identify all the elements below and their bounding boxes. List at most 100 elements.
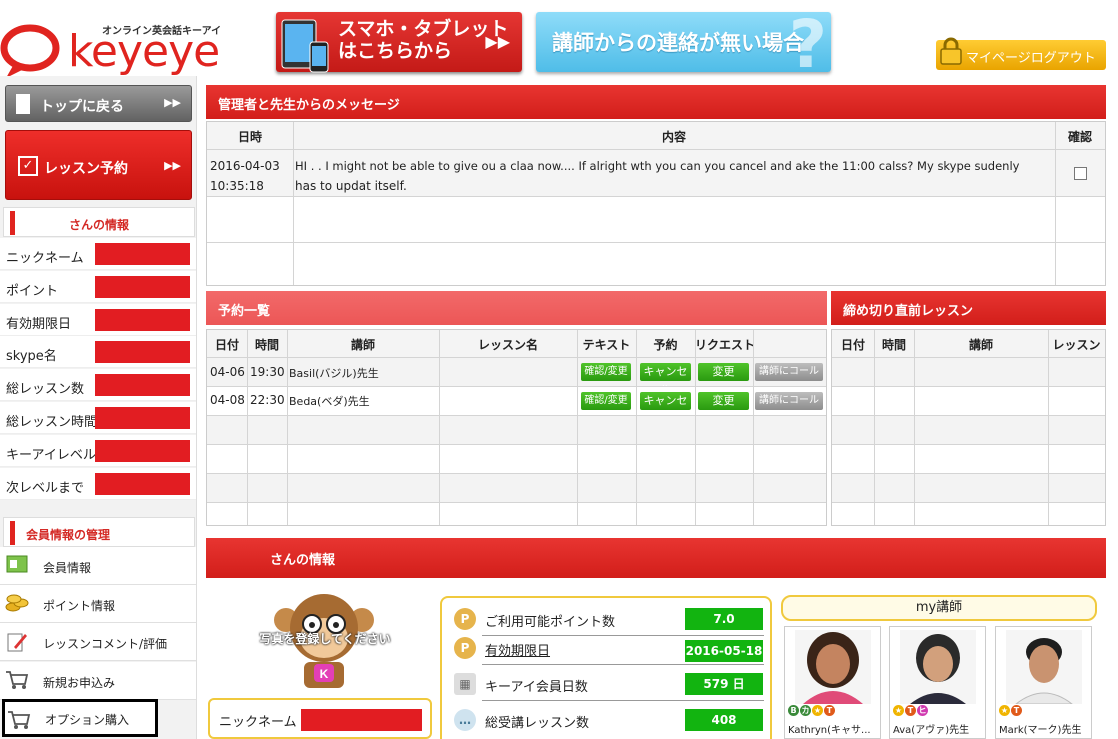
text-confirm-button[interactable]: 確認/変更 (581, 392, 631, 410)
teacher-photo (795, 630, 871, 704)
confirm-checkbox[interactable] (1074, 167, 1087, 180)
stat-value: 579 日 (685, 673, 763, 695)
col-time: 時間 (881, 338, 906, 352)
reservation-teacher: Basil(バジル)先生 (289, 367, 379, 380)
call-teacher-button[interactable]: 講師にコール (755, 363, 823, 381)
teacher-card[interactable]: ★ T Mark(マーク)先生 (995, 626, 1092, 739)
row-divider (207, 196, 1105, 197)
message-text-line1: HI . . I might not be able to give ou a … (295, 159, 1020, 173)
info-label: 有効期限日 (6, 317, 72, 332)
badge-icon: ヒ (917, 705, 928, 716)
info-label: キーアイレベル (6, 448, 96, 463)
stat-member-days: ▦ キーアイ会員日数 579 日 (452, 668, 764, 701)
teacher-name: Kathryn(キャサ... (788, 725, 871, 736)
teacher-badges: ★ T (999, 705, 1023, 716)
badge-icon: T (824, 705, 835, 716)
profile-title: さんの情報 (270, 553, 336, 568)
sidebar: トップに戻る ▶▶ ✓ レッスン予約 ▶▶ さんの情報 ニックネーム ポイント … (0, 76, 197, 739)
profile-photo-placeholder[interactable]: K 写真を登録してください (246, 590, 402, 690)
reservation-teacher: Beda(ベダ)先生 (289, 395, 370, 408)
mobile-banner-line1: スマホ・タブレット (338, 18, 509, 40)
col-divider (1048, 330, 1049, 525)
menu-member-info[interactable]: 会員情報 (0, 547, 196, 585)
menu-label: 新規お申込み (43, 676, 116, 690)
row-divider (832, 386, 1105, 387)
change-button[interactable]: 変更 (698, 392, 749, 410)
teacher-photo (900, 630, 976, 704)
col-divider (695, 330, 696, 525)
menu-option-purchase[interactable]: オプション購入 (2, 699, 158, 737)
deadline-title: 締め切り直前レッスン (843, 304, 974, 319)
door-icon (16, 94, 30, 114)
nickname-box: ニックネーム (208, 698, 432, 739)
col-divider (1055, 122, 1056, 285)
teacher-photo (1006, 630, 1082, 704)
col-divider (293, 122, 294, 285)
mobile-tablet-banner[interactable]: スマホ・タブレット はこちらから ▶▶ (276, 12, 522, 73)
redacted-value (95, 341, 190, 363)
coins-icon (5, 593, 29, 615)
col-time: 時間 (254, 338, 279, 352)
menu-label: ポイント情報 (43, 599, 116, 613)
member-info-heading-label: さんの情報 (68, 218, 129, 232)
back-to-top-button[interactable]: トップに戻る ▶▶ (5, 85, 192, 122)
row-divider (207, 502, 826, 503)
back-to-top-label: トップに戻る (40, 99, 124, 115)
svg-text:K: K (320, 667, 329, 681)
col-divider (577, 330, 578, 525)
call-teacher-button[interactable]: 講師にコール (755, 392, 823, 410)
info-row-nickname: ニックネーム (0, 238, 196, 270)
badge-icon: B (788, 705, 799, 716)
text-confirm-button[interactable]: 確認/変更 (581, 363, 631, 381)
row-divider (207, 242, 1105, 243)
star-icon: ★ (999, 705, 1010, 716)
col-booking: 予約 (653, 338, 678, 352)
keyeye-logo[interactable]: オンライン英会話キーアイ keyeye (0, 10, 250, 78)
menu-lesson-comment[interactable]: レッスンコメント/評価 (0, 623, 196, 661)
stat-label: ご利用可能ポイント数 (485, 615, 616, 630)
lesson-booking-button[interactable]: ✓ レッスン予約 ▶▶ (5, 130, 192, 200)
reservations-table: 日付 時間 講師 レッスン名 テキスト 予約 リクエスト 04-06 19:30… (206, 329, 827, 526)
cancel-button[interactable]: キャンセル (640, 363, 691, 396)
speech-bubble-logo-icon (0, 24, 60, 78)
menu-new-application[interactable]: 新規お申込み (0, 662, 196, 700)
stat-value: 408 (685, 709, 763, 731)
member-card-icon (5, 555, 29, 577)
stat-expiry[interactable]: P 有効期限日 2016-05-18 (452, 632, 764, 665)
reservation-date: 04-06 (210, 365, 245, 379)
lock-icon (940, 37, 962, 65)
reservations-title: 予約一覧 (218, 304, 271, 319)
cart-icon (7, 710, 31, 732)
stat-label[interactable]: 有効期限日 (485, 640, 550, 659)
empty-row (207, 474, 826, 502)
logout-button[interactable]: マイページログアウト (936, 37, 1106, 70)
change-button[interactable]: 変更 (698, 363, 749, 381)
info-label: 総レッスン数 (6, 382, 85, 397)
cancel-button[interactable]: キャンセル (640, 392, 691, 425)
messages-table: 日時 内容 確認 2016-04-03 10:35:18 HI . . I mi… (206, 121, 1106, 286)
menu-point-info[interactable]: ポイント情報 (0, 585, 196, 623)
info-row-expiry: 有効期限日 (0, 304, 196, 336)
calendar-icon: ▦ (454, 673, 476, 695)
info-label: 総レッスン時間 (6, 415, 98, 430)
chat-icon: … (454, 709, 476, 731)
menu-label: レッスンコメント/評価 (43, 637, 168, 651)
points-icon: P (454, 608, 476, 630)
info-row-total-time: 総レッスン時間 (0, 402, 196, 434)
no-contact-banner[interactable]: ? 講師からの連絡が無い場合 (536, 12, 831, 72)
reservations-panel-header: 予約一覧 (206, 291, 827, 325)
col-date: 日時 (237, 130, 262, 144)
teacher-card[interactable]: ★ T ヒ Ava(アヴァ)先生 (889, 626, 986, 739)
badge-icon: T (905, 705, 916, 716)
teacher-badges: ★ T ヒ (893, 705, 929, 716)
teacher-name: Ava(アヴァ)先生 (893, 725, 970, 736)
row-divider (207, 444, 826, 445)
messages-title: 管理者と先生からのメッセージ (218, 98, 400, 113)
redacted-value (95, 473, 190, 495)
info-label: ポイント (6, 284, 59, 299)
member-info-heading: さんの情報 (3, 207, 195, 237)
col-date: 日付 (214, 338, 239, 352)
reservation-date: 04-08 (210, 393, 245, 407)
deadline-panel-header: 締め切り直前レッスン (831, 291, 1106, 325)
teacher-card[interactable]: B カ ★ T Kathryn(キャサ... (784, 626, 881, 739)
